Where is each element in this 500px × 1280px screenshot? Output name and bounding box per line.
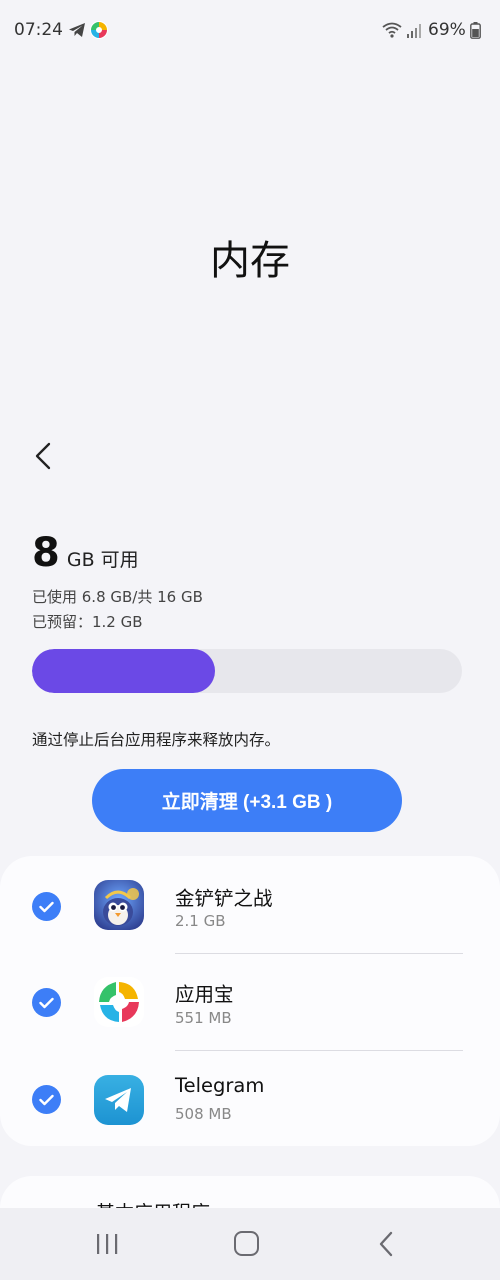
status-bar: 07:24 69%	[0, 0, 500, 62]
yingyongbao-icon	[90, 21, 108, 39]
app-row-telegram[interactable]: Telegram 508 MB	[0, 1050, 500, 1147]
app-size: 2.1 GB	[175, 912, 226, 930]
recent-apps-icon[interactable]	[94, 1233, 120, 1255]
app-checkbox[interactable]	[32, 988, 61, 1017]
telegram-icon	[69, 23, 85, 37]
wifi-icon	[382, 22, 402, 38]
memory-used-text: 已使用 6.8 GB/共 16 GB	[32, 588, 203, 606]
back-icon[interactable]	[376, 1230, 396, 1258]
memory-available: 8 GB 可用	[32, 530, 139, 576]
hint-text: 通过停止后台应用程序来释放内存。	[32, 731, 281, 749]
app-size: 508 MB	[175, 1105, 232, 1123]
clean-now-button[interactable]: 立即清理 (+3.1 GB )	[92, 769, 402, 832]
signal-icon	[407, 24, 421, 38]
checkmark-icon	[39, 997, 54, 1008]
checkmark-icon	[39, 901, 54, 912]
available-value: 8	[32, 530, 60, 576]
app-list-card: 金铲铲之战 2.1 GB 应用宝 551 MB Telegram 508 MB	[0, 856, 500, 1146]
app-row-yingyongbao[interactable]: 应用宝 551 MB	[0, 953, 500, 1050]
memory-screen: 07:24 69% 内存 8 GB 可用 已使用 6.8 GB/共 16 GB …	[0, 0, 500, 1280]
app-row-jinchanchan[interactable]: 金铲铲之战 2.1 GB	[0, 856, 500, 953]
memory-usage-bar	[32, 649, 462, 693]
chevron-left-icon	[35, 442, 51, 470]
page-title: 内存	[210, 238, 290, 284]
battery-percent: 69%	[428, 20, 466, 40]
jinchanchan-icon	[94, 880, 144, 930]
memory-reserved-text: 已预留：1.2 GB	[32, 613, 143, 631]
back-button[interactable]	[28, 436, 58, 476]
app-name: Telegram	[175, 1074, 265, 1097]
app-checkbox[interactable]	[32, 892, 61, 921]
yingyongbao-icon	[94, 977, 144, 1027]
status-time: 07:24	[14, 20, 63, 40]
battery-icon	[470, 22, 481, 39]
app-checkbox[interactable]	[32, 1085, 61, 1114]
app-name: 应用宝	[175, 983, 234, 1006]
home-icon[interactable]	[234, 1231, 259, 1256]
checkmark-icon	[39, 1094, 54, 1105]
memory-usage-fill	[32, 649, 215, 693]
app-size: 551 MB	[175, 1009, 232, 1027]
available-unit: GB 可用	[66, 549, 139, 571]
app-name: 金铲铲之战	[175, 887, 273, 910]
telegram-icon	[94, 1075, 144, 1125]
